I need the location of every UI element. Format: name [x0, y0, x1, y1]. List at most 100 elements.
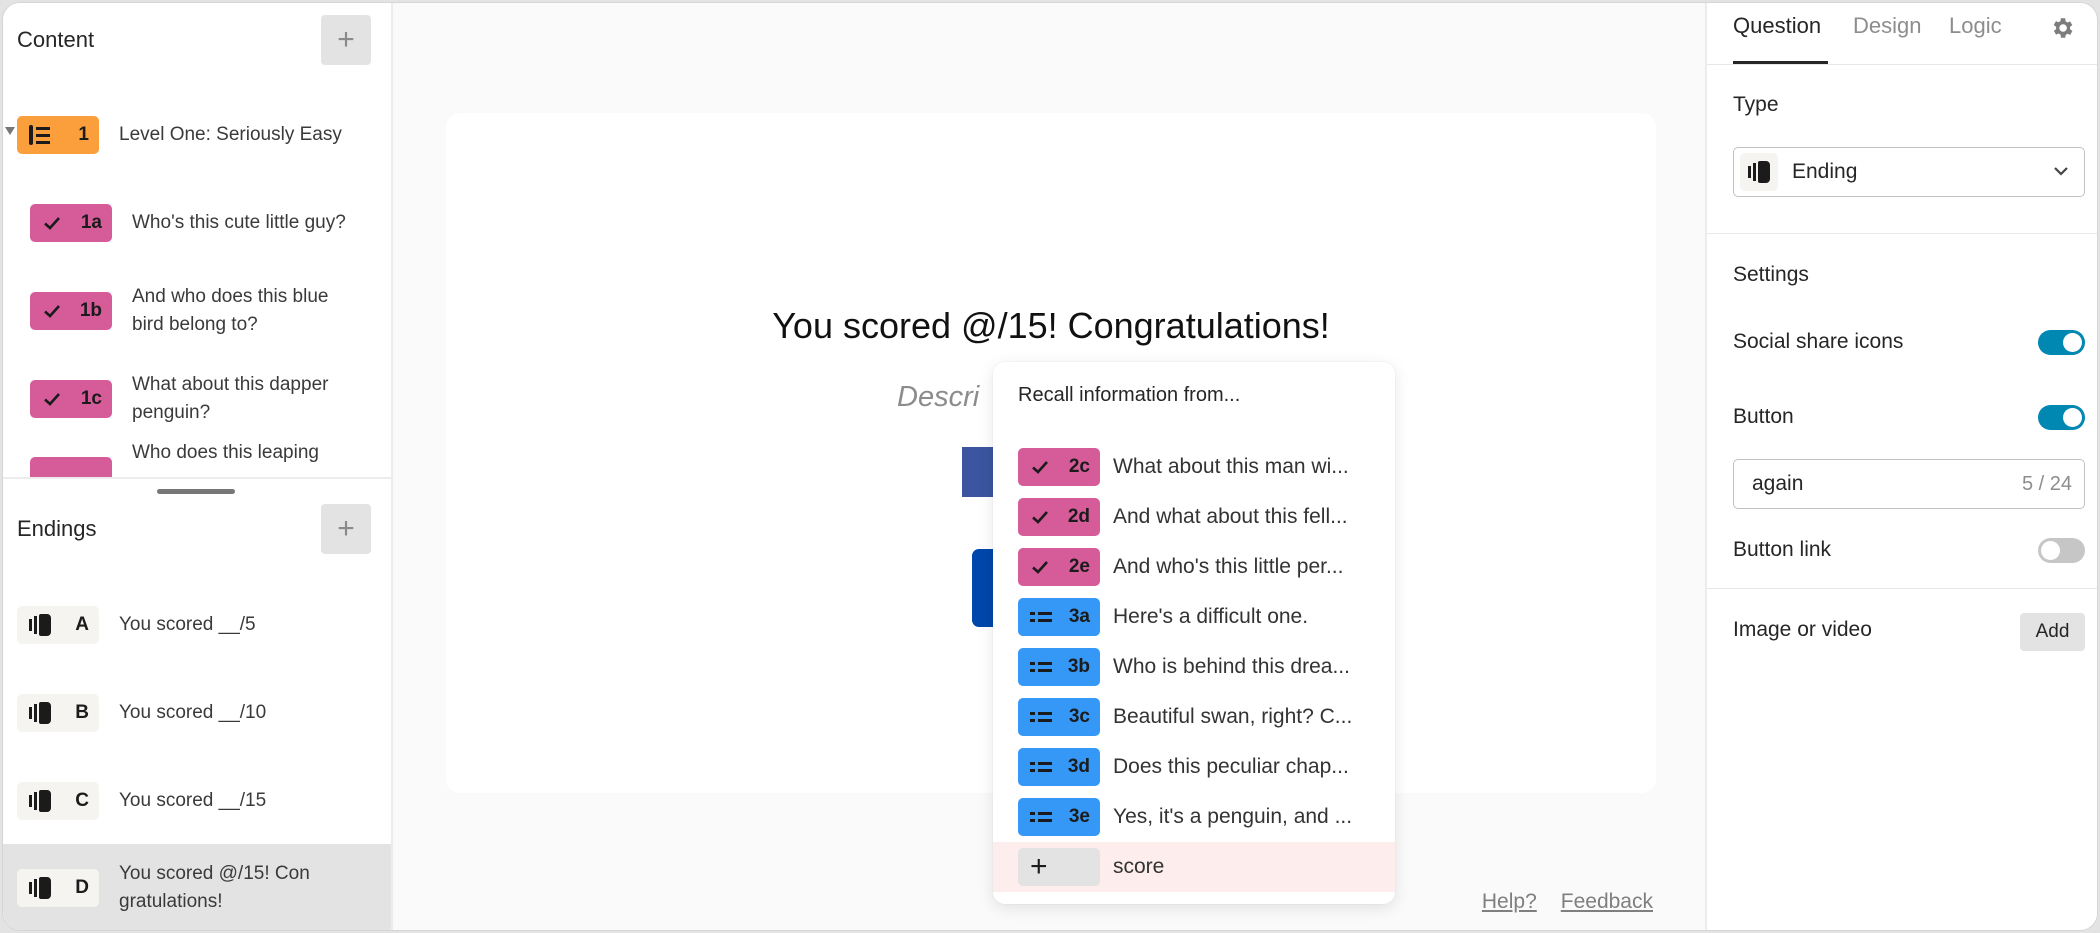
badge-number: 3e [1068, 806, 1090, 827]
badge-letter: A [75, 614, 89, 635]
short-text-icon [1030, 612, 1052, 622]
recall-item-2d[interactable]: 2d And what about this fell... [993, 492, 1395, 542]
recall-item-label: What about this man wi... [1113, 455, 1349, 478]
content-title: Content [17, 27, 95, 52]
ending-item-b[interactable]: B You scored __/10 [3, 669, 391, 757]
button-text-input[interactable] [1752, 472, 1952, 496]
recall-item-2c[interactable]: 2c What about this man wi... [993, 442, 1395, 492]
ending-icon [29, 614, 51, 636]
content-item-1b[interactable]: 1b And who does this blue bird belong to… [3, 267, 391, 355]
badge-number: 3a [1068, 606, 1090, 627]
add-content-button[interactable]: + [321, 15, 371, 65]
question-badge: 2c [1018, 448, 1100, 486]
item-label: You scored @/15! Con gratulations! [119, 863, 310, 912]
recall-item-3c[interactable]: 3c Beautiful swan, right? C... [993, 692, 1395, 742]
ending-icon [29, 790, 51, 812]
item-label: And who does this blue bird belong to? [132, 286, 329, 335]
ending-badge: B [17, 694, 99, 732]
add-ending-button[interactable]: + [321, 504, 371, 554]
active-tab-indicator [1733, 61, 1828, 64]
button-link-toggle[interactable] [2038, 537, 2085, 563]
badge-number: 1a [80, 212, 102, 233]
recall-item-3b[interactable]: 3b Who is behind this drea... [993, 642, 1395, 692]
short-text-icon [1030, 762, 1052, 772]
button-label: Button [1733, 405, 1794, 428]
content-item-1a[interactable]: 1a Who's this cute little guy? [3, 179, 391, 267]
social-share-setting: Social share icons [1733, 325, 2085, 359]
content-item-1c[interactable]: 1c What about this dapper penguin? [3, 355, 391, 443]
button-link-setting: Button link [1733, 533, 2085, 567]
endings-header: Endings + [3, 494, 393, 564]
ending-title[interactable]: You scored @/15! Congratulations! [446, 305, 1656, 347]
recall-item-label: Does this peculiar chap... [1113, 755, 1349, 778]
gear-icon[interactable] [2049, 15, 2075, 41]
short-text-icon [1030, 812, 1052, 822]
question-badge: 1 [17, 116, 99, 154]
checkmark-icon [1032, 511, 1048, 524]
ending-badge: C [17, 782, 99, 820]
button-link-label: Button link [1733, 538, 1832, 561]
chevron-down-icon [2054, 167, 2068, 176]
content-item-1d[interactable]: Who does this leaping [3, 442, 391, 479]
item-label: What about this dapper penguin? [132, 374, 329, 423]
social-share-toggle[interactable] [2038, 329, 2085, 355]
ending-icon [29, 877, 51, 899]
recall-item-3e[interactable]: 3e Yes, it's a penguin, and ... [993, 792, 1395, 842]
type-label: Type [1733, 93, 1779, 116]
question-badge: 1b [30, 292, 112, 330]
tab-design[interactable]: Design [1853, 13, 1921, 39]
help-link[interactable]: Help? [1482, 890, 1537, 914]
badge-number: 2c [1068, 456, 1090, 477]
badge-letter: B [75, 702, 89, 723]
button-text-field[interactable]: 5 / 24 [1733, 459, 2085, 509]
ending-badge: A [17, 606, 99, 644]
badge-letter: C [75, 790, 89, 811]
content-item-1[interactable]: 1 Level One: Seriously Easy [3, 91, 391, 179]
footer-links: Help? Feedback [1482, 890, 1653, 914]
question-badge: 3d [1018, 748, 1100, 786]
badge-number: 3d [1067, 756, 1090, 777]
recall-item-label: Beautiful swan, right? C... [1113, 705, 1353, 728]
question-badge: 3c [1018, 698, 1100, 736]
section-divider [1707, 588, 2097, 589]
description-placeholder[interactable]: Descri [897, 381, 979, 414]
plus-icon: + [1030, 850, 1048, 883]
feedback-link[interactable]: Feedback [1561, 890, 1653, 914]
checkmark-icon [44, 217, 60, 230]
tab-logic[interactable]: Logic [1949, 13, 2002, 39]
item-label: You scored __/15 [119, 790, 267, 811]
recall-item-3d[interactable]: 3d Does this peculiar chap... [993, 742, 1395, 792]
recall-item-label: And what about this fell... [1113, 505, 1348, 528]
checkmark-icon [1032, 461, 1048, 474]
checkmark-icon [44, 305, 60, 318]
add-image-video-button[interactable]: Add [2020, 613, 2085, 651]
endings-title: Endings [17, 516, 97, 541]
question-group-icon [29, 125, 50, 145]
recall-item-score[interactable]: + score [993, 842, 1395, 892]
short-text-icon [1030, 662, 1052, 672]
ending-item-d[interactable]: D You scored @/15! Con gratulations! [3, 844, 391, 930]
char-counter: 5 / 24 [2021, 472, 2072, 495]
ending-item-c[interactable]: C You scored __/15 [3, 757, 391, 845]
content-list[interactable]: 1 Level One: Seriously Easy 1a Who's thi… [3, 91, 391, 479]
ending-item-a[interactable]: A You scored __/5 [3, 581, 391, 669]
recall-item-2e[interactable]: 2e And who's this little per... [993, 542, 1395, 592]
badge-letter: D [75, 877, 89, 898]
ending-badge: D [17, 869, 99, 907]
question-badge [30, 457, 112, 479]
button-setting: Button [1733, 400, 2085, 434]
type-value: Ending [1792, 160, 1858, 183]
question-badge: 2d [1018, 498, 1100, 536]
type-dropdown[interactable]: Ending [1733, 147, 2085, 197]
social-share-label: Social share icons [1733, 330, 1904, 353]
tab-question[interactable]: Question [1733, 13, 1821, 39]
button-toggle[interactable] [2038, 404, 2085, 430]
recall-item-label: Here's a difficult one. [1113, 605, 1309, 628]
recall-item-label: Yes, it's a penguin, and ... [1113, 805, 1353, 828]
item-label: Who does this leaping [132, 442, 319, 463]
right-panel: Question Design Logic Type Ending Settin… [1705, 3, 2097, 930]
recall-item-3a[interactable]: 3a Here's a difficult one. [993, 592, 1395, 642]
badge-number: 1b [79, 300, 102, 321]
item-label: You scored __/5 [119, 614, 256, 635]
item-label: Who's this cute little guy? [132, 212, 346, 233]
